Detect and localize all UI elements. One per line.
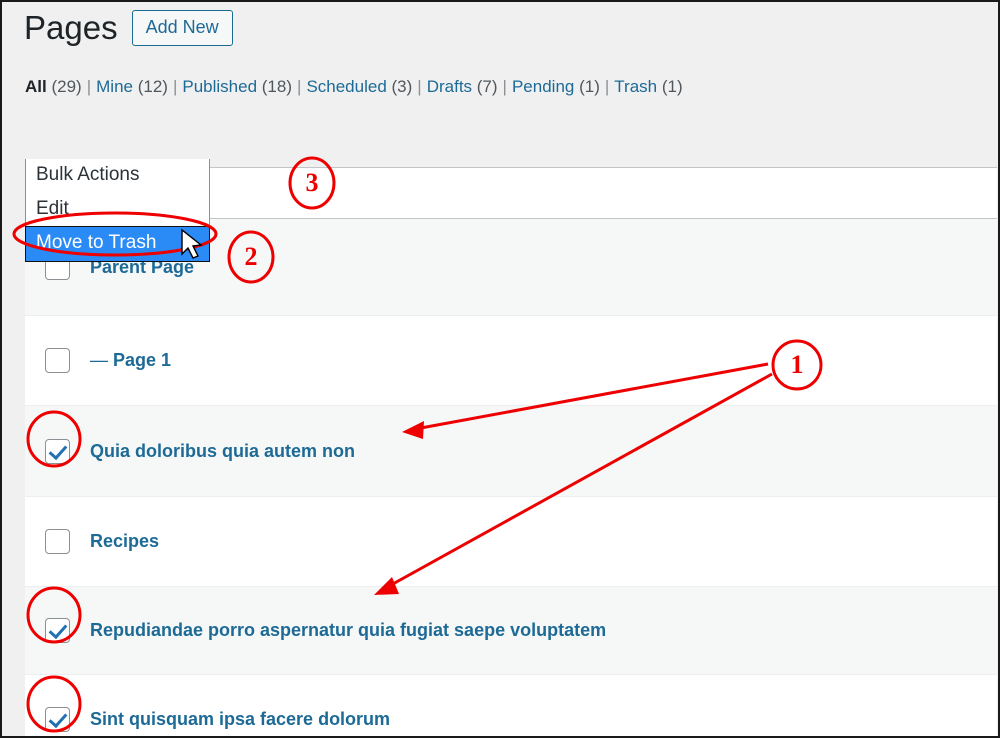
row-checkbox[interactable]	[45, 529, 70, 554]
filter-count-scheduled: (3)	[386, 77, 413, 96]
bulk-action-option-move-to-trash[interactable]: Move to Trash	[25, 225, 210, 262]
table-row[interactable]: — Page 1	[25, 316, 997, 406]
filter-count-pending: (1)	[574, 77, 600, 96]
bulk-actions-dropdown-list[interactable]: Bulk Actions Edit Move to Trash	[25, 159, 210, 262]
row-title-link[interactable]: Repudiandae porro aspernatur quia fugiat…	[90, 620, 606, 641]
row-title-text: Page 1	[113, 350, 172, 370]
row-checkbox-checked[interactable]	[45, 707, 70, 732]
row-title-text: Repudiandae porro aspernatur quia fugiat…	[90, 620, 607, 640]
row-title-link[interactable]: — Page 1	[90, 350, 171, 371]
table-row[interactable]: Repudiandae porro aspernatur quia fugiat…	[25, 587, 997, 675]
filter-count-published: (18)	[257, 77, 293, 96]
table-row[interactable]: Recipes	[25, 497, 997, 587]
row-title-link[interactable]: Recipes	[90, 531, 159, 552]
status-filter-links: All (29) | Mine (12) | Published (18) | Schedu…	[25, 77, 683, 97]
row-title-text: Sint quisquam ipsa facere dolorum	[90, 709, 391, 729]
filter-count-all: (29)	[46, 77, 82, 96]
add-new-button[interactable]: Add New	[131, 10, 233, 46]
page-title: Pages	[24, 9, 118, 46]
row-title-text: Quia doloribus quia autem non	[90, 440, 356, 461]
filter-link-separator: |	[297, 77, 302, 96]
row-checkbox-cell	[25, 618, 90, 643]
bulk-action-option-bulk-actions[interactable]: Bulk Actions	[26, 159, 209, 193]
filter-link-separator: |	[604, 77, 610, 96]
table-body: Parent Page — Page 1 Quia doloribus quia a…	[25, 219, 997, 736]
filter-link-separator: |	[86, 77, 92, 96]
row-checkbox-cell	[25, 438, 90, 464]
wordpress-pages-admin-screen: Pages Add New All (29) | Mine (12) | Publish…	[0, 0, 1000, 738]
row-checkbox-cell	[25, 348, 90, 373]
filter-link-published[interactable]: Published	[182, 77, 257, 96]
table-row[interactable]: Quia doloribus quia autem non	[25, 406, 997, 497]
row-checkbox-cell	[25, 707, 90, 732]
row-title-link[interactable]: Quia doloribus quia autem non	[90, 441, 355, 462]
table-row[interactable]: Sint quisquam ipsa facere dolorum	[25, 675, 997, 736]
row-checkbox-checked[interactable]	[45, 618, 70, 643]
row-checkbox[interactable]	[45, 348, 70, 373]
filter-link-separator: |	[172, 77, 178, 96]
filter-link-drafts[interactable]: Drafts	[427, 77, 472, 96]
filter-link-separator: |	[417, 77, 422, 96]
filter-link-separator: |	[502, 77, 507, 96]
filter-count-mine: (12)	[132, 77, 168, 96]
row-title-link[interactable]: Sint quisquam ipsa facere dolorum	[90, 709, 390, 730]
row-title-text: Recipes	[90, 531, 160, 551]
row-checkbox-cell	[25, 529, 90, 554]
filter-link-mine[interactable]: Mine	[96, 77, 133, 96]
page-header: Pages Add New	[24, 9, 233, 46]
filter-count-trash: (1)	[657, 77, 683, 96]
child-page-dash: —	[90, 350, 114, 370]
filter-link-all[interactable]: All	[25, 77, 47, 96]
filter-link-pending[interactable]: Pending	[512, 77, 574, 96]
tablenav-top: Edit Apply All dates Filter	[2, 107, 998, 264]
bulk-action-option-edit[interactable]: Edit	[26, 193, 209, 227]
filter-link-trash[interactable]: Trash	[614, 77, 657, 96]
filter-link-scheduled[interactable]: Scheduled	[306, 77, 386, 96]
row-checkbox-checked[interactable]	[45, 438, 70, 464]
filter-count-drafts: (7)	[472, 77, 498, 96]
